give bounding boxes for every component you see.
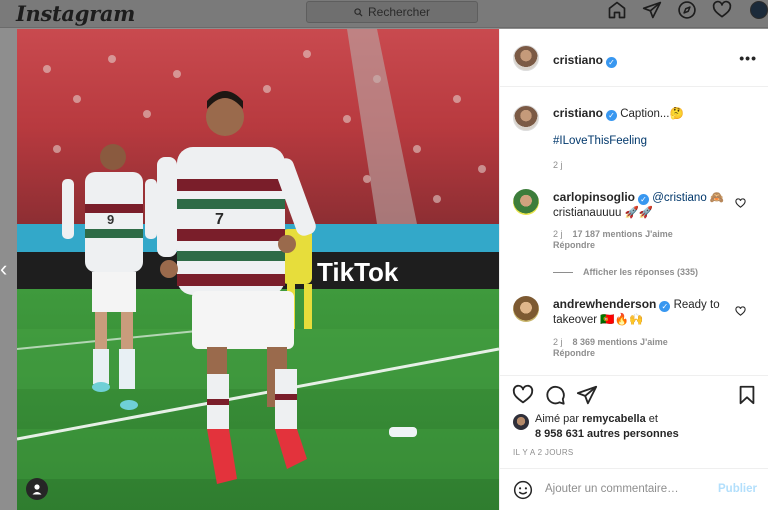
liked-by-and: et [648, 413, 658, 425]
player-number: 7 [215, 211, 224, 228]
comment-emoji: 🙈 [709, 192, 725, 204]
post-photo: TikTok 9 7 [17, 29, 499, 510]
comment-body: cristianauuuu 🚀🚀 [553, 207, 654, 219]
caption-avatar[interactable] [513, 105, 539, 131]
liked-by-prefix: Aimé par [535, 413, 580, 425]
instagram-logo[interactable]: Instagram [16, 1, 135, 26]
view-replies-button[interactable]: Afficher les réponses (335) [553, 267, 698, 277]
banner-text: TikTok [317, 257, 399, 287]
author-avatar[interactable] [513, 45, 539, 71]
commenter-avatar[interactable] [513, 296, 539, 322]
comment-likes[interactable]: 8 369 mentions J'aime [573, 337, 668, 347]
comment-input[interactable]: Ajouter un commentaire… [545, 483, 679, 495]
profile-avatar[interactable] [750, 1, 768, 19]
comment-username[interactable]: carlopinsoglio [553, 190, 635, 204]
reply-button[interactable]: Répondre [553, 348, 595, 358]
verified-badge-icon: ✓ [606, 110, 618, 121]
tagged-users-button[interactable] [26, 478, 48, 500]
save-bookmark-icon[interactable] [736, 384, 758, 406]
search-input[interactable]: Rechercher [306, 1, 478, 23]
caption-body: Caption...🤔 [620, 108, 684, 120]
home-icon[interactable] [607, 0, 629, 22]
emoji-smiley-icon[interactable] [513, 480, 533, 500]
teammate-number: 9 [107, 212, 114, 227]
author-name-row: cristiano ✓ [553, 51, 618, 69]
verified-badge-icon: ✓ [606, 57, 618, 68]
divider-line [553, 271, 573, 273]
liker-avatar[interactable] [513, 414, 529, 430]
liked-by-others[interactable]: 8 958 631 autres personnes [535, 428, 679, 440]
liked-by-user[interactable]: remycabella [582, 413, 646, 425]
commenter-avatar[interactable] [513, 189, 539, 215]
caption-hashtag[interactable]: #ILoveThisFeeling [553, 134, 647, 149]
post-actions: Aimé par remycabella et 8 958 631 autres… [500, 375, 768, 510]
search-placeholder: Rechercher [367, 5, 431, 19]
explore-compass-icon[interactable] [677, 0, 699, 22]
comment-age: 2 j [553, 229, 563, 239]
comment-text: andrewhenderson ✓ Ready to takeover 🇵🇹🔥🙌 [553, 297, 728, 328]
author-username[interactable]: cristiano [553, 53, 603, 67]
post-header: cristiano ✓ ••• [500, 29, 768, 87]
caption-age: 2 j [553, 160, 563, 170]
caption-text: cristiano ✓ Caption...🤔 [553, 106, 753, 122]
add-comment-bar: Ajouter un commentaire… Publier [500, 468, 768, 510]
comment-username[interactable]: andrewhenderson [553, 297, 656, 311]
post-details-panel: cristiano ✓ ••• cristiano ✓ Caption...🤔 #I… [499, 29, 768, 510]
tiktok-banner: TikTok [317, 257, 399, 287]
top-navigation-bar: Instagram Rechercher [0, 0, 768, 28]
direct-messages-icon[interactable] [642, 0, 664, 22]
caption-username[interactable]: cristiano [553, 106, 603, 120]
comment-meta: 2 j 8 369 mentions J'aime [553, 337, 668, 347]
comment-meta: 2 j 17 187 mentions J'aime [553, 229, 673, 239]
comment-likes[interactable]: 17 187 mentions J'aime [573, 229, 673, 239]
more-options-icon[interactable]: ••• [739, 50, 757, 66]
football-celebration-image: TikTok 9 7 [17, 29, 499, 510]
publish-button[interactable]: Publier [718, 483, 757, 495]
activity-heart-icon[interactable] [712, 0, 734, 22]
previous-arrow-icon[interactable]: ‹ [0, 258, 10, 280]
comment-body-line2: takeover 🇵🇹🔥🙌 [553, 314, 644, 326]
comment-age: 2 j [553, 337, 563, 347]
share-paper-plane-icon[interactable] [576, 384, 598, 406]
search-icon [354, 7, 363, 17]
liked-by-text: Aimé par remycabella et 8 958 631 autres… [535, 412, 679, 442]
comment-bubble-icon[interactable] [544, 384, 566, 406]
person-icon [32, 484, 42, 495]
like-comment-heart-icon[interactable] [735, 196, 746, 208]
comment-text: carlopinsoglio ✓ @cristiano 🙈 cristianauu… [553, 190, 738, 221]
like-comment-heart-icon[interactable] [735, 304, 746, 316]
reply-button[interactable]: Répondre [553, 240, 595, 250]
view-replies-label: Afficher les réponses (335) [583, 267, 699, 277]
comment-mention[interactable]: @cristiano [652, 192, 707, 204]
verified-badge-icon: ✓ [659, 301, 671, 312]
verified-badge-icon: ✓ [638, 194, 650, 205]
like-heart-icon[interactable] [512, 384, 534, 406]
post-timestamp[interactable]: IL Y A 2 JOURS [513, 448, 574, 457]
comment-body-line1: Ready to [673, 299, 720, 311]
